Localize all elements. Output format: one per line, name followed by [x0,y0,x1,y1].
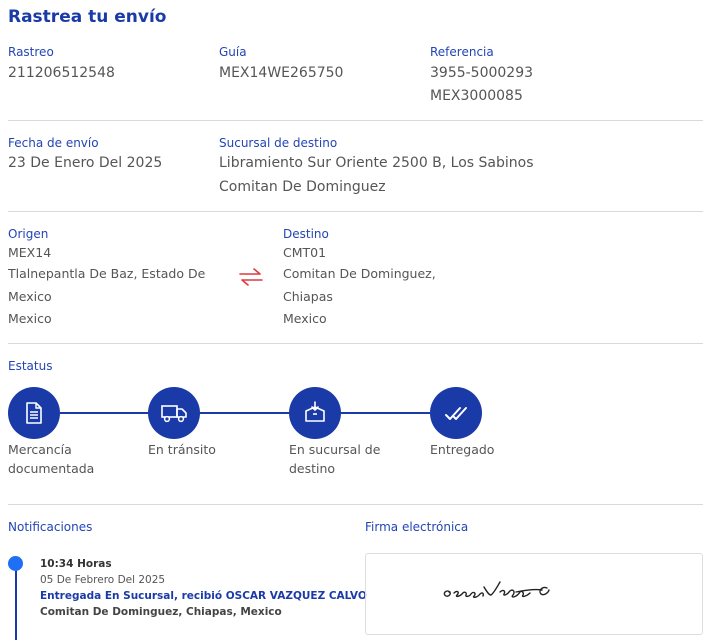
status-step-entregado [430,387,482,439]
sucursal-destino-value-1: Libramiento Sur Oriente 2500 B, Los Sabi… [219,155,534,171]
status-step-label: Entregado [430,440,540,459]
swap-arrows-icon [239,268,263,286]
signature-image [443,581,550,598]
fecha-envio-value: 23 De Enero Del 2025 [8,155,163,171]
signature-box [365,553,703,635]
timeline-dot [8,556,23,571]
rastreo-value: 211206512548 [8,65,115,81]
origen-line-3: Mexico [8,311,52,326]
destino-label: Destino [283,227,329,241]
divider [8,211,703,212]
status-track-line [60,412,430,414]
fecha-envio-label: Fecha de envío [8,136,99,150]
estatus-label: Estatus [8,359,53,373]
status-step-en-sucursal [289,387,341,439]
page-title: Rastrea tu envío [8,7,167,27]
rastreo-label: Rastreo [8,45,54,59]
notification-time: 10:34 Horas [40,558,112,570]
referencia-label: Referencia [430,45,494,59]
package-icon [305,401,325,422]
destino-line-3: Mexico [283,311,327,326]
destino-line-1: Comitan De Dominguez, [283,266,436,281]
step-label-line: En tránsito [148,442,216,457]
referencia-value-2: MEX3000085 [430,88,523,104]
referencia-value-1: 3955-5000293 [430,65,534,81]
destino-code: CMT01 [283,245,327,260]
notificaciones-label: Notificaciones [8,520,93,534]
origen-code: MEX14 [8,245,52,260]
divider [8,120,703,121]
truck-icon [161,405,187,423]
step-label-line: destino [289,461,336,476]
step-label-line: documentada [8,461,95,476]
step-label-line: En sucursal de [289,442,381,457]
status-step-documentada [8,387,60,439]
destino-line-2: Chiapas [283,289,333,304]
status-step-label: En tránsito [148,440,258,459]
divider [8,343,703,344]
double-check-icon [445,407,467,420]
notification-date: 05 De Febrero Del 2025 [40,574,166,586]
status-step-label: En sucursal de destino [289,440,399,478]
guia-value: MEX14WE265750 [219,65,344,81]
document-icon [26,402,42,424]
firma-label: Firma electrónica [365,520,469,534]
timeline-line [15,570,17,640]
status-step-label: Mercancía documentada [8,440,118,478]
sucursal-destino-value-2: Comitan De Dominguez [219,179,386,195]
divider [8,504,703,505]
origen-line-1: Tlalnepantla De Baz, Estado De [8,266,206,281]
guia-label: Guía [219,45,247,59]
step-label-line: Mercancía [8,442,72,457]
notification-location: Comitan De Dominguez, Chiapas, Mexico [40,606,282,618]
step-label-line: Entregado [430,442,495,457]
origen-line-2: Mexico [8,289,52,304]
status-step-en-transito [148,387,200,439]
notification-status: Entregada En Sucursal, recibió OSCAR VAZ… [40,590,367,602]
sucursal-destino-label: Sucursal de destino [219,136,338,150]
origen-label: Origen [8,227,49,241]
